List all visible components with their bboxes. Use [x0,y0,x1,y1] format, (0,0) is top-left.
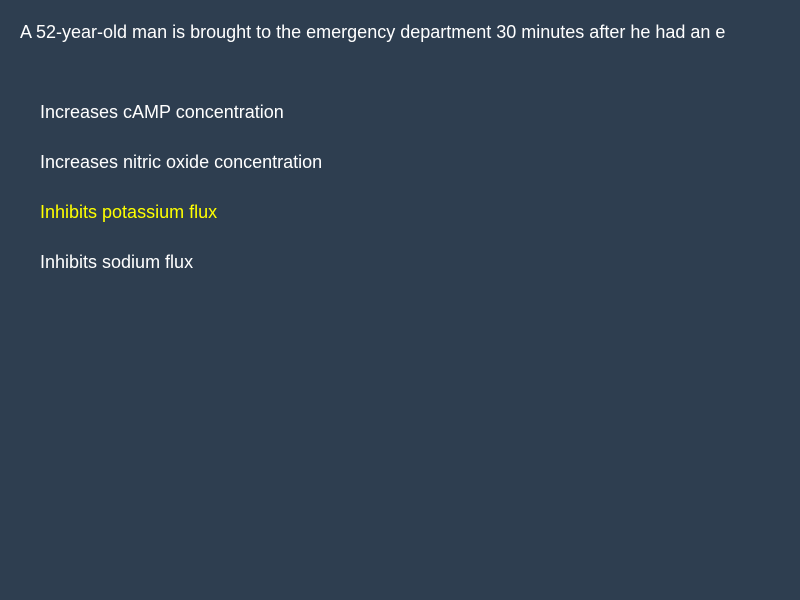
answer-option-1[interactable]: Increases cAMP concentration [40,100,640,150]
answer-option-3[interactable]: Inhibits potassium flux [40,200,640,250]
answer-options: Increases cAMP concentration Increases n… [40,100,640,300]
question-text: A 52-year-old man is brought to the emer… [20,22,726,42]
answer-option-2[interactable]: Increases nitric oxide concentration [40,150,640,200]
quiz-screen: A 52-year-old man is brought to the emer… [0,0,800,600]
answer-option-4[interactable]: Inhibits sodium flux [40,250,640,300]
